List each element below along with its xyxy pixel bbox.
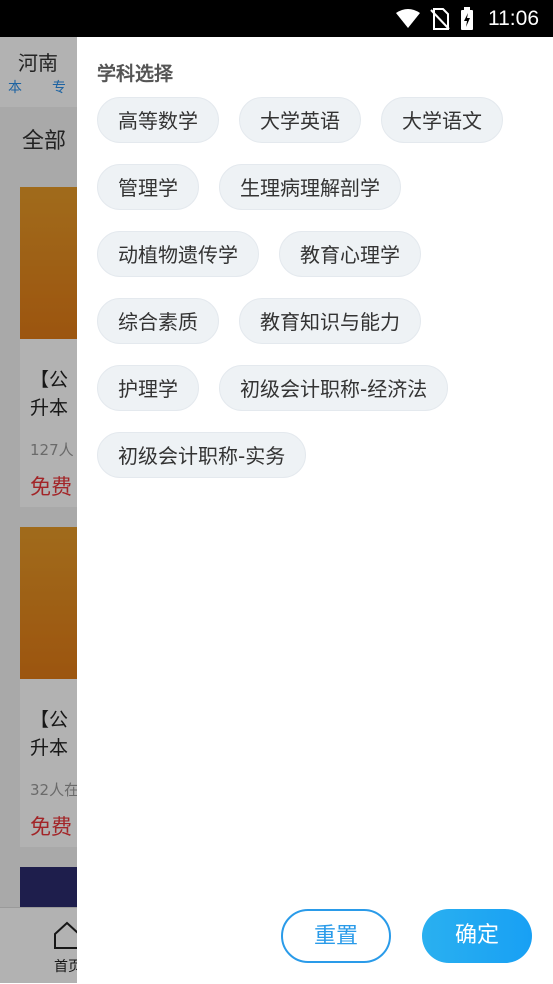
subject-chip[interactable]: 大学英语 (239, 97, 361, 143)
subject-chip[interactable]: 教育知识与能力 (239, 298, 421, 344)
drawer-title: 学科选择 (97, 63, 174, 85)
subject-chip[interactable]: 初级会计职称-实务 (97, 432, 307, 478)
subject-chip-list: 高等数学 大学英语 大学语文 管理学 生理病理解剖学 动植物遗传学 教育心理学 … (97, 97, 537, 499)
reset-button[interactable]: 重置 (281, 909, 391, 963)
chip-row: 管理学 生理病理解剖学 (97, 164, 537, 210)
subject-chip[interactable]: 管理学 (97, 164, 199, 210)
subject-chip[interactable]: 大学语文 (381, 97, 503, 143)
confirm-button[interactable]: 确定 (422, 909, 532, 963)
chip-row: 护理学 初级会计职称-经济法 (97, 365, 537, 411)
subject-chip[interactable]: 教育心理学 (279, 231, 421, 277)
status-bar: 11:06 (0, 0, 553, 37)
chip-row: 初级会计职称-实务 (97, 432, 537, 478)
chip-row: 综合素质 教育知识与能力 (97, 298, 537, 344)
subject-chip[interactable]: 动植物遗传学 (97, 231, 259, 277)
status-icons: 11:06 (396, 0, 539, 37)
subject-chip[interactable]: 初级会计职称-经济法 (219, 365, 449, 411)
subject-chip[interactable]: 护理学 (97, 365, 199, 411)
subject-filter-drawer: 学科选择 高等数学 大学英语 大学语文 管理学 生理病理解剖学 动植物遗传学 教… (77, 37, 553, 983)
subject-chip[interactable]: 综合素质 (97, 298, 219, 344)
chip-row: 高等数学 大学英语 大学语文 (97, 97, 537, 143)
battery-icon (461, 6, 473, 30)
status-time: 11:06 (488, 6, 539, 30)
wifi-icon (396, 8, 420, 28)
subject-chip[interactable]: 高等数学 (97, 97, 219, 143)
chip-row: 动植物遗传学 教育心理学 (97, 231, 537, 277)
no-sim-icon (430, 7, 450, 30)
subject-chip[interactable]: 生理病理解剖学 (219, 164, 401, 210)
